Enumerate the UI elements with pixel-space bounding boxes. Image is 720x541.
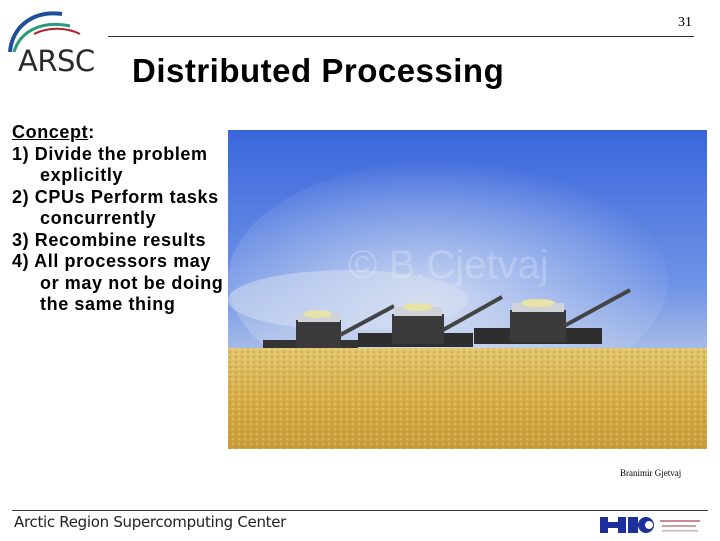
concept-heading-colon: :: [88, 122, 95, 142]
concept-block: Concept: 1) Divide the problem explicitl…: [12, 122, 227, 316]
concept-item: 2) CPUs Perform tasks concurrently: [12, 186, 219, 229]
footer-org-name: Arctic Region Supercomputing Center: [14, 513, 287, 531]
concept-item: 4) All processors may or may not be doin…: [12, 251, 224, 314]
harvest-photo: © B.Cjetvaj: [228, 130, 707, 449]
header-rule: [108, 36, 694, 37]
hpc-logo: [598, 514, 708, 536]
photo-credit: Branimir Gjetvaj: [620, 468, 682, 478]
concept-list: 1) Divide the problem explicitly 2) CPUs…: [12, 144, 227, 316]
photo-watermark: © B.Cjetvaj: [348, 243, 549, 287]
logo-text: ARSC: [18, 44, 95, 78]
concept-heading: Concept: [12, 122, 89, 142]
concept-item: 1) Divide the problem explicitly: [12, 143, 208, 186]
footer-rule: [12, 510, 708, 511]
slide-title: Distributed Processing: [132, 52, 505, 89]
arsc-logo: ARSC: [4, 6, 104, 78]
concept-item: 3) Recombine results: [12, 229, 207, 250]
hpc-logo-icon: [600, 517, 700, 533]
page-number: 31: [678, 15, 692, 30]
